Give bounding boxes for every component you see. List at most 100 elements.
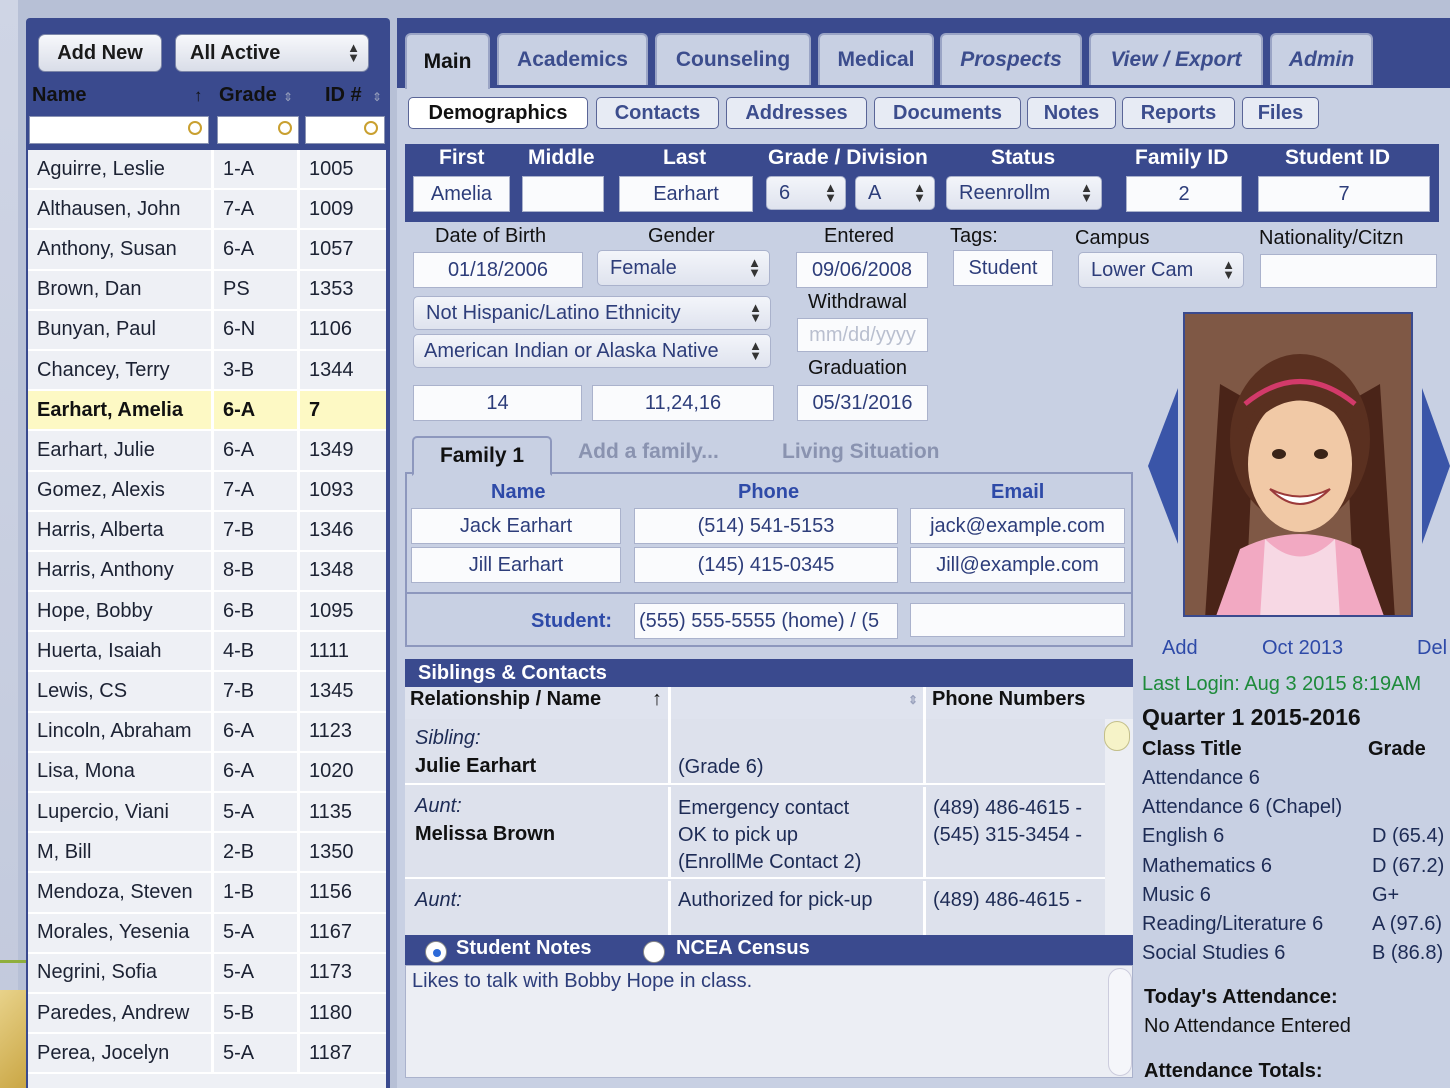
status-select[interactable]: Reenrollm ▲ ▼ [946, 176, 1102, 210]
middle-name-field[interactable] [522, 176, 604, 212]
student-row[interactable]: Earhart, Julie 6-A 1349 [28, 431, 386, 472]
subtab-reports[interactable]: Reports [1122, 97, 1235, 129]
delete-photo-link[interactable]: Del [1417, 637, 1447, 660]
student-row[interactable]: Harris, Alberta 7-B 1346 [28, 511, 386, 552]
student-id-field[interactable]: 7 [1258, 176, 1430, 212]
subtab-documents[interactable]: Documents [874, 97, 1021, 129]
subtab-addresses[interactable]: Addresses [726, 97, 867, 129]
family-member-phone[interactable]: (145) 415-0345 [634, 547, 898, 583]
add-photo-link[interactable]: Add [1162, 637, 1198, 660]
sort-icon[interactable]: ⇕ [372, 90, 382, 104]
student-row[interactable]: Morales, Yesenia 5-A 1167 [28, 913, 386, 954]
student-row[interactable]: Harris, Anthony 8-B 1348 [28, 551, 386, 593]
misc-field[interactable]: 11,24,16 [592, 385, 774, 421]
subtab-notes[interactable]: Notes [1027, 97, 1116, 129]
column-header-relationship[interactable]: Relationship / Name [410, 688, 601, 711]
tab-medical[interactable]: Medical [818, 33, 934, 85]
student-row[interactable]: Lincoln, Abraham 6-A 1123 [28, 712, 386, 753]
student-row[interactable]: Lisa, Mona 6-A 1020 [28, 752, 386, 793]
first-name-field[interactable]: Amelia [413, 176, 510, 212]
sort-up-icon[interactable]: ↑ [652, 688, 662, 711]
column-header-id[interactable]: ID # [325, 84, 362, 107]
ncea-census-radio[interactable] [643, 941, 665, 963]
subtab-demographics[interactable]: Demographics [408, 97, 588, 129]
student-notes-label: Student Notes [456, 937, 592, 959]
graduation-date-field[interactable]: 05/31/2016 [797, 385, 928, 421]
sort-up-icon[interactable]: ↑ [194, 86, 203, 106]
tab-view-export[interactable]: View / Export [1089, 33, 1263, 85]
division-select[interactable]: A ▲ ▼ [855, 176, 935, 210]
student-row[interactable]: Hope, Bobby 6-B 1095 [28, 592, 386, 633]
grade-select[interactable]: 6 ▲ ▼ [766, 176, 846, 210]
age-field[interactable]: 14 [413, 385, 582, 421]
next-photo-arrow[interactable] [1422, 388, 1450, 544]
dob-field[interactable]: 01/18/2006 [413, 252, 583, 288]
student-row[interactable]: Brown, Dan PS 1353 [28, 270, 386, 311]
student-phone-field[interactable]: (555) 555-5555 (home) / (5 [634, 603, 898, 639]
tab-main[interactable]: Main [405, 33, 490, 89]
student-row[interactable]: Lupercio, Viani 5-A 1135 [28, 793, 386, 834]
siblings-scrollbar[interactable] [1105, 719, 1133, 935]
student-row[interactable]: Aguirre, Leslie 1-A 1005 [28, 150, 386, 191]
student-row[interactable]: Huerta, Isaiah 4-B 1111 [28, 632, 386, 673]
column-header-name[interactable]: Name [32, 84, 86, 107]
notes-scrollbar[interactable] [1108, 968, 1132, 1076]
student-row[interactable]: Mendoza, Steven 1-B 1156 [28, 873, 386, 914]
race-select[interactable]: American Indian or Alaska Native ▲ ▼ [413, 334, 771, 368]
student-row[interactable]: Earhart, Amelia 6-A 7 [28, 391, 386, 432]
family-member-phone[interactable]: (514) 541-5153 [634, 508, 898, 544]
tab-living-situation[interactable]: Living Situation [782, 440, 940, 464]
sort-icon[interactable]: ⇕ [283, 90, 293, 104]
subtab-contacts[interactable]: Contacts [596, 97, 719, 129]
filter-select[interactable]: All Active ▲ ▼ [175, 34, 369, 72]
previous-photo-arrow[interactable] [1148, 388, 1178, 544]
student-notes-textarea[interactable]: Likes to talk with Bobby Hope in class. [405, 965, 1133, 1078]
family-member-name[interactable]: Jack Earhart [411, 508, 621, 544]
last-name-field[interactable]: Earhart [619, 176, 753, 212]
table-row[interactable]: Sibling: Julie Earhart (Grade 6) [405, 719, 1105, 785]
column-header-grade[interactable]: Grade [219, 84, 277, 107]
table-row[interactable]: Aunt: Melissa Brown Emergency contact OK… [405, 787, 1105, 879]
student-row[interactable]: Perea, Jocelyn 5-A 1187 [28, 1034, 386, 1075]
add-new-button[interactable]: Add New [38, 34, 162, 72]
entered-date-field[interactable]: 09/06/2008 [796, 252, 928, 288]
add-family-link[interactable]: Add a family... [578, 440, 719, 464]
column-header-phone-numbers[interactable]: Phone Numbers [932, 688, 1085, 711]
tab-counseling[interactable]: Counseling [655, 33, 811, 85]
student-email-field[interactable] [910, 603, 1125, 637]
student-row[interactable]: Chancey, Terry 3-B 1344 [28, 350, 386, 392]
tags-field[interactable]: Student [953, 250, 1053, 286]
student-row[interactable]: Bunyan, Paul 6-N 1106 [28, 310, 386, 351]
student-notes-radio[interactable] [425, 941, 447, 963]
tab-academics[interactable]: Academics [497, 33, 648, 85]
tab-prospects[interactable]: Prospects [940, 33, 1082, 85]
student-row[interactable]: Paredes, Andrew 5-B 1180 [28, 993, 386, 1035]
student-row[interactable]: Lewis, CS 7-B 1345 [28, 672, 386, 713]
tab-admin[interactable]: Admin [1270, 33, 1373, 85]
grade-filter-input[interactable] [217, 116, 299, 144]
id-filter-input[interactable] [305, 116, 385, 144]
name-filter-input[interactable] [29, 116, 209, 144]
student-row[interactable]: Anthony, Susan 6-A 1057 [28, 230, 386, 271]
tab-family-1[interactable]: Family 1 [412, 436, 552, 476]
student-grade: 8-B [214, 551, 300, 591]
ethnicity-select[interactable]: Not Hispanic/Latino Ethnicity ▲ ▼ [413, 296, 771, 330]
student-row[interactable]: Althausen, John 7-A 1009 [28, 190, 386, 231]
student-row[interactable]: Gomez, Alexis 7-A 1093 [28, 471, 386, 512]
nationality-field[interactable] [1260, 254, 1437, 288]
family-member-email[interactable]: jack@example.com [910, 508, 1125, 544]
student-row[interactable]: Negrini, Sofia 5-A 1173 [28, 953, 386, 994]
family-id-field[interactable]: 2 [1126, 176, 1242, 212]
campus-select[interactable]: Lower Cam ▲ ▼ [1078, 252, 1244, 288]
withdrawal-date-field[interactable]: mm/dd/yyyy [797, 318, 928, 352]
student-row[interactable]: M, Bill 2-B 1350 [28, 833, 386, 874]
label-middle: Middle [528, 146, 595, 169]
sort-icon[interactable]: ⇕ [908, 693, 918, 707]
gender-select[interactable]: Female ▲ ▼ [597, 250, 770, 286]
scrollbar-thumb[interactable] [1104, 721, 1130, 751]
family-member-name[interactable]: Jill Earhart [411, 547, 621, 583]
subtab-files[interactable]: Files [1242, 97, 1319, 129]
table-row[interactable]: Aunt: Authorized for pick-up (489) 486-4… [405, 881, 1105, 935]
family-member-email[interactable]: Jill@example.com [910, 547, 1125, 583]
student-id: 1167 [309, 921, 353, 944]
